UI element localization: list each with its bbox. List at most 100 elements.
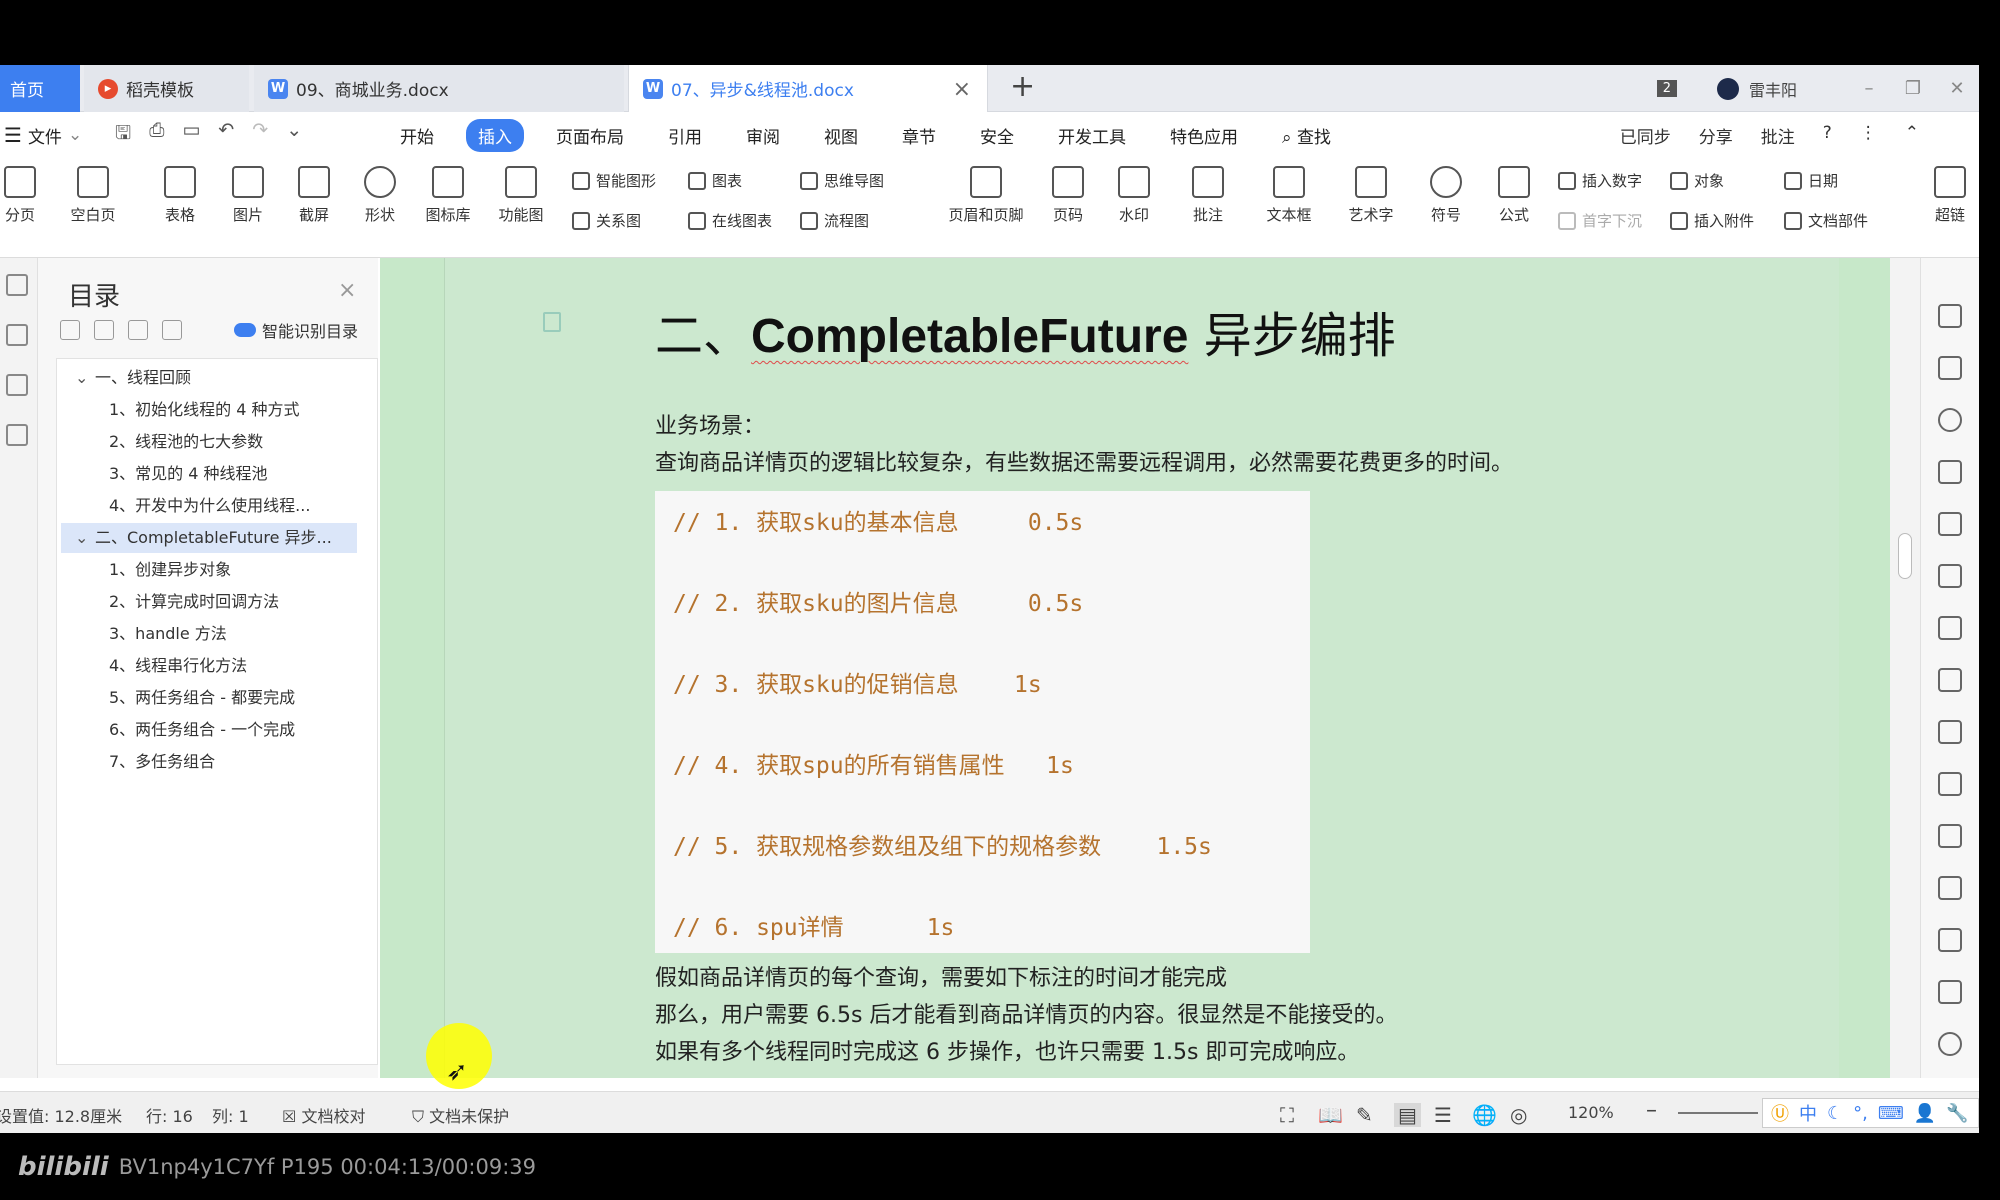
toc-item[interactable]: 2、线程池的七大参数	[109, 427, 263, 457]
toc-panel-icon[interactable]	[6, 274, 28, 296]
comment-button[interactable]: 批注	[1761, 123, 1795, 148]
user-avatar[interactable]	[1716, 77, 1739, 100]
toc-item[interactable]: ⌄ 一、线程回顾	[75, 363, 191, 393]
smart-art-button[interactable]: 智能图形	[572, 170, 656, 191]
mind-map-button[interactable]: 思维导图	[800, 170, 884, 191]
input-method-bar[interactable]: Ⓤ 中 ☾ °, ⌨ 👤 🔧	[1762, 1098, 1979, 1128]
window-count-badge[interactable]: 2	[1656, 80, 1677, 97]
file-menu[interactable]: ☰ 文件 ⌄	[4, 123, 82, 148]
page-number-button[interactable]: 页码	[1040, 166, 1096, 225]
shapes-icon[interactable]	[1938, 460, 1962, 484]
apps-icon[interactable]	[1938, 616, 1962, 640]
symbol-button[interactable]: 符号	[1418, 166, 1474, 225]
select-cursor-icon[interactable]	[1938, 356, 1962, 380]
icon-library-button[interactable]: 图标库	[418, 166, 478, 225]
tab-page-layout[interactable]: 页面布局	[544, 119, 636, 152]
sync-button[interactable]: 已同步	[1620, 123, 1671, 148]
toc-item[interactable]: 1、初始化线程的 4 种方式	[109, 395, 300, 425]
share-button[interactable]: 分享	[1699, 123, 1733, 148]
expand-all-icon[interactable]	[60, 320, 80, 340]
word-art-button[interactable]: 艺术字	[1338, 166, 1404, 225]
table-button[interactable]: 表格	[150, 166, 210, 225]
tab-docer-templates[interactable]: ▸ 稻壳模板	[84, 65, 249, 112]
fullscreen-icon[interactable]: ⛶	[1280, 1103, 1294, 1127]
drop-cap-button[interactable]: 首字下沉	[1558, 210, 1642, 231]
chart-button[interactable]: 图表	[688, 170, 742, 191]
minimize-icon[interactable]: –	[1847, 78, 1891, 99]
toc-item[interactable]: 2、计算完成时回调方法	[109, 587, 279, 617]
page-view-icon[interactable]: ▤	[1394, 1103, 1421, 1127]
more-icon[interactable]: ⋮	[1860, 123, 1877, 148]
tab-document-07-active[interactable]: W 07、异步&线程池.docx ×	[628, 65, 988, 112]
chapter-icon[interactable]	[6, 324, 28, 346]
toc-item[interactable]: 1、创建异步对象	[109, 555, 231, 585]
object-button[interactable]: 对象	[1670, 170, 1724, 191]
comment-insert-button[interactable]: 批注	[1180, 166, 1236, 225]
table-grid-icon[interactable]	[1938, 564, 1962, 588]
tab-document-09[interactable]: W 09、商城业务.docx	[254, 65, 624, 112]
tab-view[interactable]: 视图	[812, 119, 870, 152]
tab-developer[interactable]: 开发工具	[1046, 119, 1138, 152]
upload-icon[interactable]	[1938, 1032, 1962, 1056]
image-icon[interactable]	[1938, 980, 1962, 1004]
formula-button[interactable]: 公式	[1486, 166, 1542, 225]
document-page[interactable]: 二、CompletableFuture 异步编排 业务场景： 查询商品详情页的逻…	[444, 258, 1839, 1078]
function-chart-button[interactable]: 功能图	[488, 166, 554, 225]
sliders-icon[interactable]	[1938, 720, 1962, 744]
zoom-level[interactable]: 120%	[1568, 1103, 1614, 1122]
archive-icon[interactable]	[1938, 928, 1962, 952]
toc-item[interactable]: 3、常见的 4 种线程池	[109, 459, 268, 489]
remove-heading-icon[interactable]	[162, 320, 182, 340]
zoom-out-icon[interactable]: –	[1646, 1098, 1657, 1123]
export-icon[interactable]	[1938, 824, 1962, 848]
tab-section[interactable]: 章节	[890, 119, 948, 152]
read-mode-icon[interactable]: 📖	[1318, 1103, 1343, 1127]
toc-item[interactable]: 7、多任务组合	[109, 747, 215, 777]
date-button[interactable]: 日期	[1784, 170, 1838, 191]
collapse-all-icon[interactable]	[94, 320, 114, 340]
pen-icon[interactable]	[1938, 304, 1962, 328]
outline-view-icon[interactable]: ☰	[1434, 1103, 1452, 1127]
smart-toc-button[interactable]: 智能识别目录	[234, 318, 358, 342]
tab-start[interactable]: 开始	[388, 119, 446, 152]
insert-number-button[interactable]: 插入数字	[1558, 170, 1642, 191]
flowchart-button[interactable]: 流程图	[800, 210, 869, 231]
collapse-ribbon-icon[interactable]: ⌃	[1905, 123, 1919, 148]
blank-page-button[interactable]: 空白页	[58, 166, 128, 225]
eye-protect-icon[interactable]: ◎	[1510, 1103, 1527, 1127]
close-icon[interactable]: ×	[338, 278, 356, 303]
redo-icon[interactable]: ↷	[252, 119, 268, 151]
toc-item[interactable]: 4、线程串行化方法	[109, 651, 247, 681]
gallery-icon[interactable]	[1938, 772, 1962, 796]
bookmark-icon[interactable]	[6, 374, 28, 396]
restore-icon[interactable]: ❐	[1891, 78, 1935, 99]
location-icon[interactable]	[1938, 408, 1962, 432]
vertical-scrollbar[interactable]	[1890, 258, 1920, 1078]
page-break-button[interactable]: 分页	[0, 166, 40, 225]
triangle-icon[interactable]	[1938, 512, 1962, 536]
toc-item[interactable]: 3、handle 方法	[109, 619, 227, 649]
tab-security[interactable]: 安全	[968, 119, 1026, 152]
shape-button[interactable]: 形状	[350, 166, 410, 225]
tab-references[interactable]: 引用	[656, 119, 714, 152]
toc-item[interactable]: 6、两任务组合 - 一个完成	[109, 715, 295, 745]
screenshot-button[interactable]: 截屏	[284, 166, 344, 225]
help-icon[interactable]: ?	[1823, 123, 1832, 148]
print-icon[interactable]: ▭	[182, 119, 200, 151]
header-footer-button[interactable]: 页眉和页脚	[938, 166, 1034, 225]
find-icon[interactable]	[6, 424, 28, 446]
watermark-button[interactable]: 水印	[1106, 166, 1162, 225]
relation-chart-button[interactable]: 关系图	[572, 210, 641, 231]
web-view-icon[interactable]: 🌐	[1472, 1103, 1497, 1127]
insert-attachment-button[interactable]: 插入附件	[1670, 210, 1754, 231]
add-heading-icon[interactable]	[128, 320, 148, 340]
tab-home[interactable]: 首页	[0, 65, 80, 112]
tab-find[interactable]: ⌕ 查找	[1270, 119, 1343, 152]
scrollbar-thumb[interactable]	[1898, 533, 1912, 579]
picture-button[interactable]: 图片	[218, 166, 278, 225]
customize-dropdown-icon[interactable]: ⌄	[286, 119, 302, 151]
toc-item[interactable]: 4、开发中为什么使用线程...	[109, 491, 310, 521]
toc-item[interactable]: 5、两任务组合 - 都要完成	[109, 683, 295, 713]
print-preview-icon[interactable]: ⎙	[149, 119, 164, 151]
doc-protect-button[interactable]: ⛉ 文档未保护	[412, 1103, 509, 1127]
